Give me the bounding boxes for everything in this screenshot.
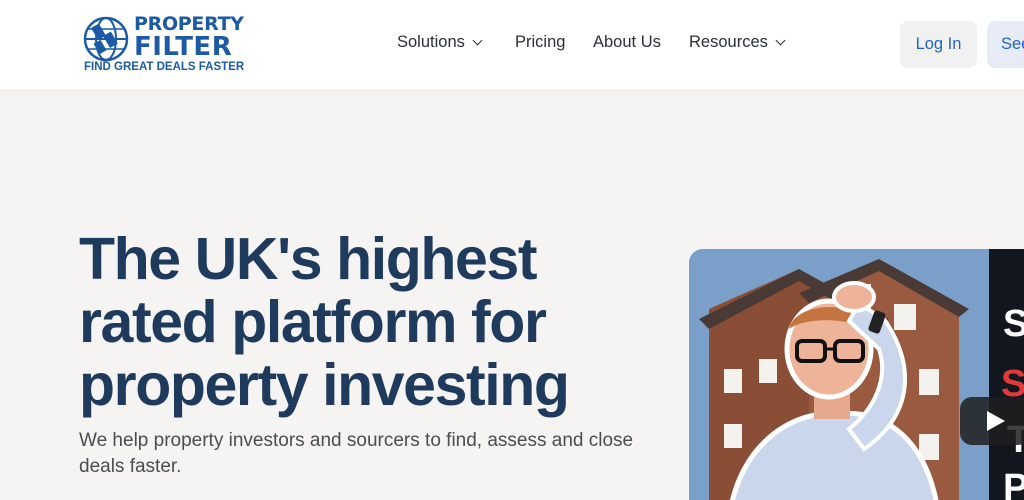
video-thumbnail-image (689, 249, 1024, 500)
brand-logo[interactable]: PROPERTY FILTER FIND GREAT DEALS FASTER (82, 13, 252, 75)
hero-title: The UK's highest rated platform for prop… (79, 226, 570, 418)
nav-solutions[interactable]: Solutions (397, 33, 483, 52)
play-icon (987, 411, 1005, 431)
nav-pricing-label: Pricing (515, 33, 566, 51)
hero-video-thumbnail[interactable]: S S T P (689, 249, 1024, 500)
brand-tagline: FIND GREAT DEALS FASTER (84, 61, 245, 73)
brand-word-filter: FILTER (134, 32, 233, 62)
nav-resources[interactable]: Resources (689, 33, 786, 52)
video-play-button[interactable] (960, 397, 1024, 445)
video-overlay-letter-1: S (1003, 303, 1024, 345)
login-button[interactable]: Log In (900, 21, 977, 68)
site-header: PROPERTY FILTER FIND GREAT DEALS FASTER … (0, 0, 1024, 91)
chevron-down-icon (775, 35, 786, 46)
chevron-down-icon (472, 35, 483, 46)
nav-about-us[interactable]: About Us (593, 33, 661, 52)
see-demo-button[interactable]: See (987, 21, 1024, 68)
nav-pricing[interactable]: Pricing (515, 33, 565, 52)
hero-subtitle: We help property investors and sourcers … (79, 430, 634, 477)
video-overlay-letter-4: P (1003, 467, 1024, 500)
nav-about-label: About Us (593, 33, 661, 51)
globe-logo-icon (83, 16, 129, 62)
nav-resources-label: Resources (689, 33, 768, 51)
nav-solutions-label: Solutions (397, 33, 465, 51)
